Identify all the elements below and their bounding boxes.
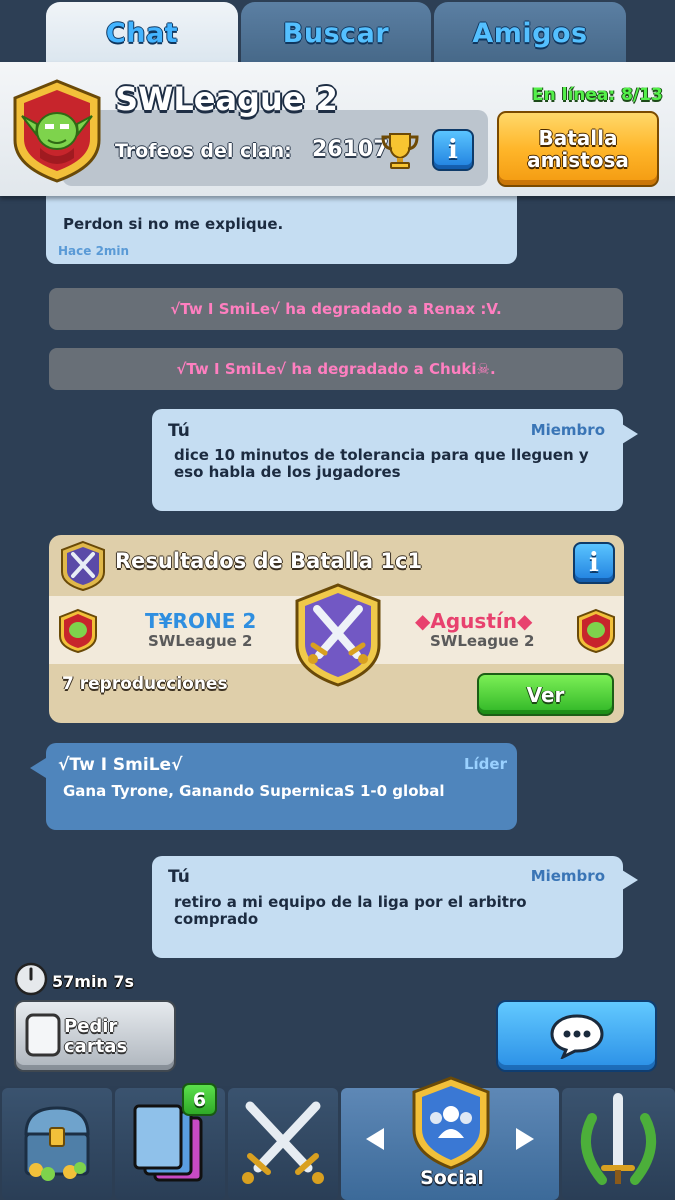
- clock-icon: [14, 962, 48, 996]
- message-text: Perdon si no me explique.: [63, 215, 284, 233]
- player1-name[interactable]: T¥RONE 2: [145, 609, 256, 633]
- message-sender: √Tw I SmiLe√: [58, 755, 183, 775]
- chat-message-other: √Tw I SmiLe√ Líder Gana Tyrone, Ganando …: [46, 743, 517, 830]
- battle-info-button[interactable]: i: [573, 542, 615, 584]
- player2-name[interactable]: ◆Agustín◆: [415, 609, 532, 633]
- player1-clan-badge-icon: [58, 608, 98, 654]
- nav-tournaments[interactable]: [562, 1088, 675, 1200]
- speech-bubble-icon: [549, 1014, 604, 1059]
- clan-badge-icon[interactable]: [10, 78, 104, 184]
- system-message: √Tw I SmiLe√ ha degradado a Renax :V.: [49, 288, 623, 330]
- message-role: Miembro: [530, 867, 605, 885]
- online-count: En línea: 8/13: [532, 85, 663, 105]
- message-text: dice 10 minutos de tolerancia para que l…: [174, 446, 589, 481]
- open-chat-button[interactable]: [496, 1000, 657, 1072]
- battle-title: Resultados de Batalla 1c1: [115, 549, 423, 573]
- system-message: √Tw I SmiLe√ ha degradado a Chuki☠.: [49, 348, 623, 390]
- sword-laurel-icon: [581, 1093, 656, 1185]
- treasure-chest-icon: [24, 1106, 90, 1181]
- social-shield-icon: [410, 1076, 492, 1170]
- message-sender: Tú: [168, 421, 190, 441]
- nav-shop[interactable]: [2, 1088, 112, 1200]
- request-timer: 57min 7s: [52, 972, 135, 991]
- nav-social-label: Social: [420, 1167, 484, 1189]
- replay-views: 7 reproducciones: [62, 674, 228, 694]
- tab-amigos[interactable]: Amigos: [434, 2, 626, 64]
- nav-prev-arrow-icon[interactable]: [366, 1128, 384, 1150]
- bubble-tail: [30, 758, 46, 778]
- message-time: Hace 2min: [58, 244, 130, 258]
- friendly-battle-button[interactable]: Batalla amistosa: [497, 111, 659, 187]
- message-role: Líder: [463, 755, 507, 773]
- request-cards-label: Pedir cartas: [64, 1016, 128, 1057]
- nav-next-arrow-icon[interactable]: [516, 1128, 534, 1150]
- message-role: Miembro: [530, 421, 605, 439]
- nav-battle[interactable]: [228, 1088, 338, 1200]
- card-icon: [24, 1012, 62, 1058]
- message-text: Gana Tyrone, Ganando SupernicaS 1-0 glob…: [63, 782, 445, 800]
- info-icon: i: [589, 548, 599, 578]
- clan-name: SWLeague 2: [115, 80, 338, 118]
- clan-info-button[interactable]: i: [432, 129, 474, 171]
- tab-chat[interactable]: Chat: [46, 2, 238, 64]
- battle-small-swords-icon: [60, 540, 106, 592]
- cards-notification-badge: 6: [182, 1083, 217, 1116]
- crossed-swords-shield-icon: [293, 583, 383, 687]
- tab-buscar[interactable]: Buscar: [241, 2, 431, 64]
- player1-clan: SWLeague 2: [148, 632, 253, 650]
- trophy-icon: [380, 130, 420, 170]
- view-replay-button[interactable]: Ver: [477, 673, 614, 716]
- chat-message-own: Tú Miembro retiro a mi equipo de la liga…: [152, 856, 623, 958]
- message-text: retiro a mi equipo de la liga por el arb…: [174, 893, 527, 928]
- crossed-swords-icon: [242, 1101, 324, 1184]
- trophies-value: 26107: [312, 137, 389, 162]
- bubble-tail: [622, 424, 638, 444]
- player2-clan-badge-icon: [576, 608, 616, 654]
- player2-clan: SWLeague 2: [430, 632, 535, 650]
- chat-message-own: Tú Miembro dice 10 minutos de tolerancia…: [152, 409, 623, 511]
- message-sender: Tú: [168, 867, 190, 887]
- bubble-tail: [622, 870, 638, 890]
- trophies-label: Trofeos del clan:: [115, 140, 292, 162]
